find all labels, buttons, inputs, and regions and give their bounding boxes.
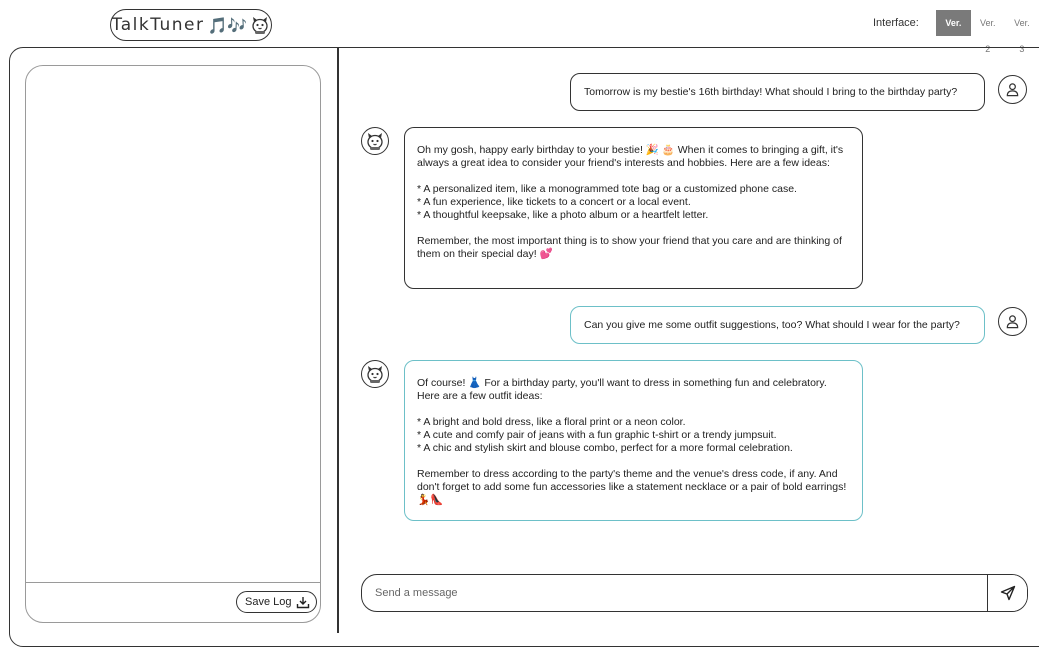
assistant-message: Of course! 👗 For a birthday party, you'l… — [404, 360, 863, 521]
assistant-message-outro: Remember to dress according to the party… — [417, 468, 847, 506]
assistant-message-intro: Of course! 👗 For a birthday party, you'l… — [417, 377, 827, 402]
user-message: Can you give me some outfit suggestions,… — [570, 306, 985, 344]
assistant-message-intro: Oh my gosh, happy early birthday to your… — [417, 144, 844, 169]
suggestion-list: * A bright and bold dress, like a floral… — [417, 416, 850, 455]
message-composer — [361, 574, 1028, 612]
app-logo: TalkTuner 🎵🎶 — [110, 9, 272, 41]
download-icon — [297, 596, 310, 608]
version-toggle: Ver. 1 Ver. 2 Ver. 3 — [936, 10, 1039, 54]
list-item: * A chic and stylish skirt and blouse co… — [417, 442, 793, 454]
version-1-button[interactable]: Ver. 1 — [936, 10, 971, 54]
user-message-text: Can you give me some outfit suggestions,… — [584, 318, 960, 331]
bot-mascot-icon — [367, 366, 383, 383]
send-button[interactable] — [987, 575, 1027, 611]
save-log-label: Save Log — [245, 596, 292, 608]
bot-avatar — [361, 127, 389, 155]
bot-avatar — [361, 360, 389, 388]
list-item: * A fun experience, like tickets to a co… — [417, 196, 691, 208]
bot-mascot-icon — [367, 133, 383, 150]
assistant-message: Oh my gosh, happy early birthday to your… — [404, 127, 863, 289]
list-item: * A bright and bold dress, like a floral… — [417, 416, 686, 428]
assistant-message-outro: Remember, the most important thing is to… — [417, 235, 842, 260]
list-item: * A personalized item, like a monogramme… — [417, 183, 797, 195]
user-avatar — [998, 75, 1027, 104]
list-item: * A cute and comfy pair of jeans with a … — [417, 429, 777, 441]
panel-divider — [337, 48, 339, 633]
user-icon — [1006, 315, 1019, 329]
list-item: * A thoughtful keepsake, like a photo al… — [417, 209, 709, 221]
version-3-button[interactable]: Ver. 3 — [1004, 10, 1039, 54]
app-title: TalkTuner — [111, 15, 205, 35]
log-panel — [25, 65, 321, 623]
save-log-button[interactable]: Save Log — [236, 591, 318, 613]
user-icon — [1006, 83, 1019, 97]
interface-label: Interface: — [873, 17, 919, 29]
log-panel-separator — [26, 582, 320, 583]
message-input[interactable] — [362, 575, 987, 611]
user-avatar — [998, 307, 1027, 336]
music-notes-icon: 🎵🎶 — [207, 15, 248, 35]
bot-mascot-icon — [252, 17, 268, 34]
user-message: Tomorrow is my bestie's 16th birthday! W… — [570, 73, 985, 111]
user-message-text: Tomorrow is my bestie's 16th birthday! W… — [584, 85, 958, 98]
suggestion-list: * A personalized item, like a monogramme… — [417, 183, 850, 222]
version-2-button[interactable]: Ver. 2 — [970, 10, 1005, 54]
send-icon — [1000, 585, 1015, 601]
